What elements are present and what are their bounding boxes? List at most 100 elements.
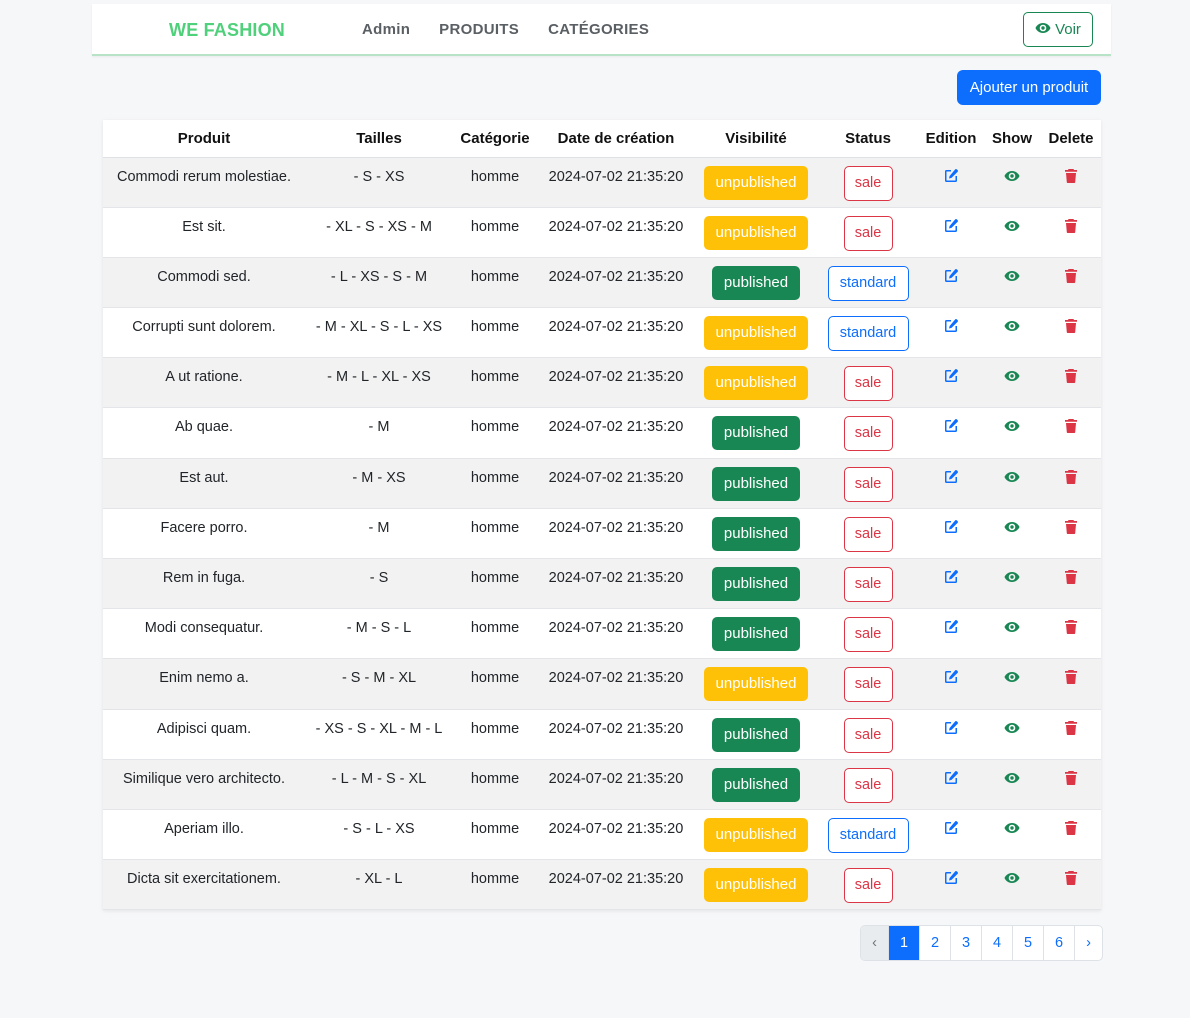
edit-icon[interactable] — [943, 268, 959, 284]
eye-icon[interactable] — [1004, 669, 1020, 685]
eye-icon[interactable] — [1004, 619, 1020, 635]
show-cell — [983, 508, 1041, 560]
trash-icon[interactable] — [1063, 870, 1079, 886]
product-sizes: - M — [305, 508, 453, 560]
eye-icon[interactable] — [1004, 268, 1020, 284]
product-category: homme — [453, 257, 537, 309]
eye-icon[interactable] — [1004, 218, 1020, 234]
edit-icon[interactable] — [943, 870, 959, 886]
product-date: 2024-07-02 21:35:20 — [537, 809, 695, 861]
table-body: Commodi rerum molestiae. - S - XS homme 202… — [103, 157, 1101, 911]
view-site-button[interactable]: Voir — [1023, 12, 1093, 47]
brand-logo[interactable]: WE FASHION — [169, 20, 285, 41]
show-cell — [983, 809, 1041, 861]
visibility-badge: published — [711, 416, 801, 451]
header-tailles[interactable]: Tailles — [305, 120, 453, 158]
eye-icon[interactable] — [1004, 770, 1020, 786]
status-badge: sale — [843, 416, 893, 452]
page-5-button[interactable]: 5 — [1013, 926, 1044, 960]
page-6-button[interactable]: 6 — [1044, 926, 1075, 960]
product-sizes: - M - S - L — [305, 608, 453, 660]
delete-cell — [1041, 157, 1101, 208]
edit-icon[interactable] — [943, 669, 959, 685]
edit-icon[interactable] — [943, 519, 959, 535]
product-name: A ut ratione. — [103, 357, 305, 409]
visibility-badge: unpublished — [703, 215, 809, 250]
eye-icon[interactable] — [1004, 168, 1020, 184]
trash-icon[interactable] — [1063, 469, 1079, 485]
edit-cell — [919, 859, 983, 911]
trash-icon[interactable] — [1063, 368, 1079, 384]
header-categorie[interactable]: Catégorie — [453, 120, 537, 158]
trash-icon[interactable] — [1063, 168, 1079, 184]
trash-icon[interactable] — [1063, 318, 1079, 334]
page-prev-button[interactable]: ‹ — [861, 926, 889, 960]
trash-icon[interactable] — [1063, 418, 1079, 434]
eye-icon[interactable] — [1004, 418, 1020, 434]
visibility-cell: published — [695, 458, 817, 509]
eye-icon[interactable] — [1004, 870, 1020, 886]
eye-icon[interactable] — [1004, 368, 1020, 384]
top-navbar: WE FASHION Admin PRODUITS CATÉGORIES Voi… — [92, 4, 1111, 56]
delete-cell — [1041, 257, 1101, 309]
trash-icon[interactable] — [1063, 720, 1079, 736]
page-next-button[interactable]: › — [1075, 926, 1102, 960]
visibility-badge: published — [711, 265, 801, 300]
trash-icon[interactable] — [1063, 268, 1079, 284]
edit-icon[interactable] — [943, 168, 959, 184]
trash-icon[interactable] — [1063, 669, 1079, 685]
trash-icon[interactable] — [1063, 569, 1079, 585]
eye-icon[interactable] — [1004, 820, 1020, 836]
visibility-cell: published — [695, 759, 817, 810]
view-site-label: Voir — [1055, 21, 1081, 38]
page-3-button[interactable]: 3 — [951, 926, 982, 960]
nav-link-categories[interactable]: CATÉGORIES — [548, 21, 649, 38]
add-product-button[interactable]: Ajouter un produit — [957, 70, 1101, 105]
edit-cell — [919, 157, 983, 208]
header-visibilite[interactable]: Visibilité — [695, 120, 817, 158]
edit-icon[interactable] — [943, 218, 959, 234]
eye-icon[interactable] — [1004, 519, 1020, 535]
pagination: ‹ 1 2 3 4 5 6 › — [860, 925, 1103, 961]
nav-link-admin[interactable]: Admin — [362, 21, 410, 38]
header-status[interactable]: Status — [817, 120, 919, 158]
status-badge: standard — [827, 817, 909, 853]
page-1-button[interactable]: 1 — [889, 926, 920, 960]
trash-icon[interactable] — [1063, 820, 1079, 836]
product-date: 2024-07-02 21:35:20 — [537, 759, 695, 810]
edit-icon[interactable] — [943, 318, 959, 334]
eye-icon[interactable] — [1004, 318, 1020, 334]
nav-link-produits[interactable]: PRODUITS — [439, 21, 519, 38]
edit-icon[interactable] — [943, 368, 959, 384]
eye-icon[interactable] — [1004, 469, 1020, 485]
visibility-badge: published — [711, 466, 801, 501]
edit-icon[interactable] — [943, 418, 959, 434]
product-date: 2024-07-02 21:35:20 — [537, 658, 695, 710]
product-category: homme — [453, 709, 537, 760]
header-produit[interactable]: Produit — [103, 120, 305, 158]
visibility-cell: unpublished — [695, 809, 817, 861]
trash-icon[interactable] — [1063, 519, 1079, 535]
product-name: Commodi rerum molestiae. — [103, 157, 305, 208]
edit-icon[interactable] — [943, 469, 959, 485]
trash-icon[interactable] — [1063, 619, 1079, 635]
header-date[interactable]: Date de création — [537, 120, 695, 158]
eye-icon[interactable] — [1004, 569, 1020, 585]
edit-icon[interactable] — [943, 820, 959, 836]
edit-icon[interactable] — [943, 770, 959, 786]
trash-icon[interactable] — [1063, 218, 1079, 234]
product-name: Adipisci quam. — [103, 709, 305, 760]
page-4-button[interactable]: 4 — [982, 926, 1013, 960]
status-cell: sale — [817, 709, 919, 760]
edit-icon[interactable] — [943, 569, 959, 585]
edit-cell — [919, 558, 983, 610]
page-2-button[interactable]: 2 — [920, 926, 951, 960]
edit-icon[interactable] — [943, 619, 959, 635]
trash-icon[interactable] — [1063, 770, 1079, 786]
status-cell: sale — [817, 458, 919, 509]
status-cell: standard — [817, 809, 919, 861]
eye-icon[interactable] — [1004, 720, 1020, 736]
edit-icon[interactable] — [943, 720, 959, 736]
visibility-cell: published — [695, 709, 817, 760]
nav-links: Admin PRODUITS CATÉGORIES — [362, 21, 649, 38]
